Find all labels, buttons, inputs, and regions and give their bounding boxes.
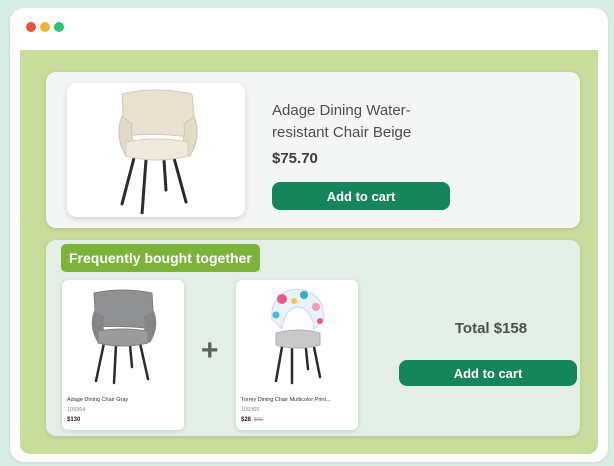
maximize-dot-icon[interactable] [54, 22, 64, 32]
gray-chair-image [62, 280, 184, 390]
browser-window: Adage Dining Water-resistant Chair Beige… [10, 8, 608, 462]
bundle-item-price: $130 [67, 417, 80, 423]
page-content: Adage Dining Water-resistant Chair Beige… [20, 50, 598, 454]
bundle-item-sku: 109364 [67, 407, 86, 413]
bundle-item-name: Torrey Dining Chair Multicolor Print... [241, 397, 331, 403]
beige-chair-image [118, 89, 198, 214]
bundle-item-price: $28 $56 [241, 417, 263, 423]
product-card: Adage Dining Water-resistant Chair Beige… [46, 72, 580, 228]
bundle-item-sku: 109365 [241, 407, 260, 413]
bundle-item-gray-chair[interactable]: Adage Dining Chair Gray 109364 $130 [62, 280, 184, 430]
plus-icon: + [201, 334, 219, 367]
bundle-item-name: Adage Dining Chair Gray [67, 397, 129, 403]
current-price: $130 [67, 417, 81, 423]
original-price: $56 [254, 417, 264, 423]
close-dot-icon[interactable] [26, 22, 36, 32]
add-to-cart-button[interactable]: Add to cart [272, 182, 450, 210]
multicolor-chair-icon [271, 288, 325, 385]
section-heading: Frequently bought together [61, 244, 260, 272]
product-price: $75.70 [272, 150, 318, 167]
add-bundle-to-cart-button[interactable]: Add to cart [399, 360, 577, 386]
window-controls [26, 22, 64, 32]
print-chair-image [236, 280, 358, 390]
frequently-bought-together: Frequently bought together Adage Dining [46, 240, 580, 436]
gray-chair-icon [91, 289, 157, 385]
product-title[interactable]: Adage Dining Water-resistant Chair Beige [272, 100, 462, 144]
current-price: $28 [241, 417, 252, 423]
bundle-item-print-chair[interactable]: Torrey Dining Chair Multicolor Print... … [236, 280, 358, 430]
product-image[interactable] [67, 83, 245, 217]
bundle-total: Total $158 [454, 320, 528, 337]
minimize-dot-icon[interactable] [40, 22, 50, 32]
